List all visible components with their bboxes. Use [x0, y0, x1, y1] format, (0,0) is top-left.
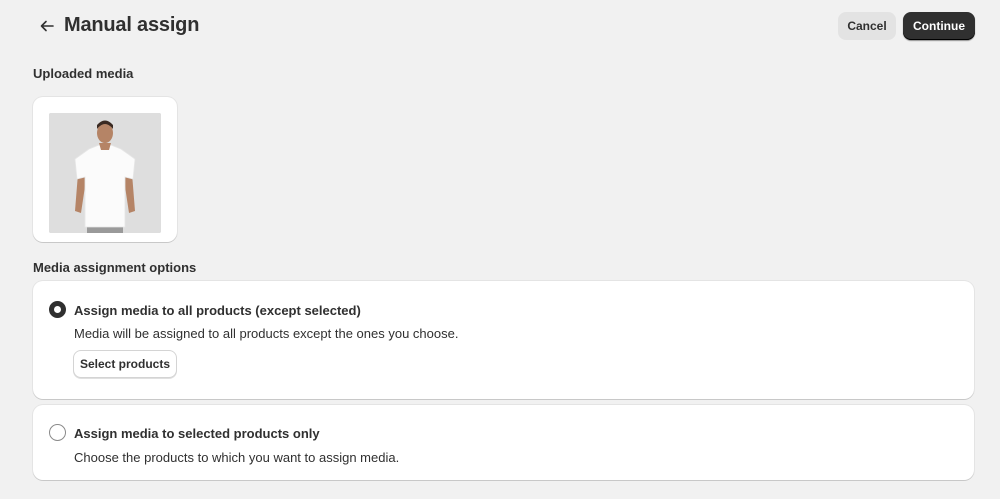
media-assignment-heading: Media assignment options: [33, 260, 197, 275]
option-description: Choose the products to which you want to…: [74, 450, 400, 465]
select-products-button[interactable]: Select products: [73, 350, 177, 378]
tshirt-model-image: [49, 113, 161, 233]
continue-button[interactable]: Continue: [903, 12, 975, 40]
radio-selected-products[interactable]: [49, 424, 66, 441]
page-title: Manual assign: [64, 14, 200, 36]
option-card-all-products[interactable]: Assign media to all products (except sel…: [33, 281, 974, 399]
uploaded-media-card[interactable]: [33, 97, 177, 242]
option-card-selected-products[interactable]: Assign media to selected products only C…: [33, 405, 974, 480]
arrow-left-icon: [40, 20, 54, 32]
radio-all-products[interactable]: [49, 301, 66, 318]
cancel-button[interactable]: Cancel: [838, 12, 896, 40]
option-description: Media will be assigned to all products e…: [74, 326, 459, 341]
media-thumbnail: [49, 113, 161, 233]
option-label: Assign media to all products (except sel…: [74, 303, 361, 318]
uploaded-media-heading: Uploaded media: [33, 66, 134, 81]
back-button[interactable]: [36, 15, 58, 37]
page-header: Manual assign Cancel Continue: [0, 0, 1000, 52]
option-label: Assign media to selected products only: [74, 426, 320, 441]
